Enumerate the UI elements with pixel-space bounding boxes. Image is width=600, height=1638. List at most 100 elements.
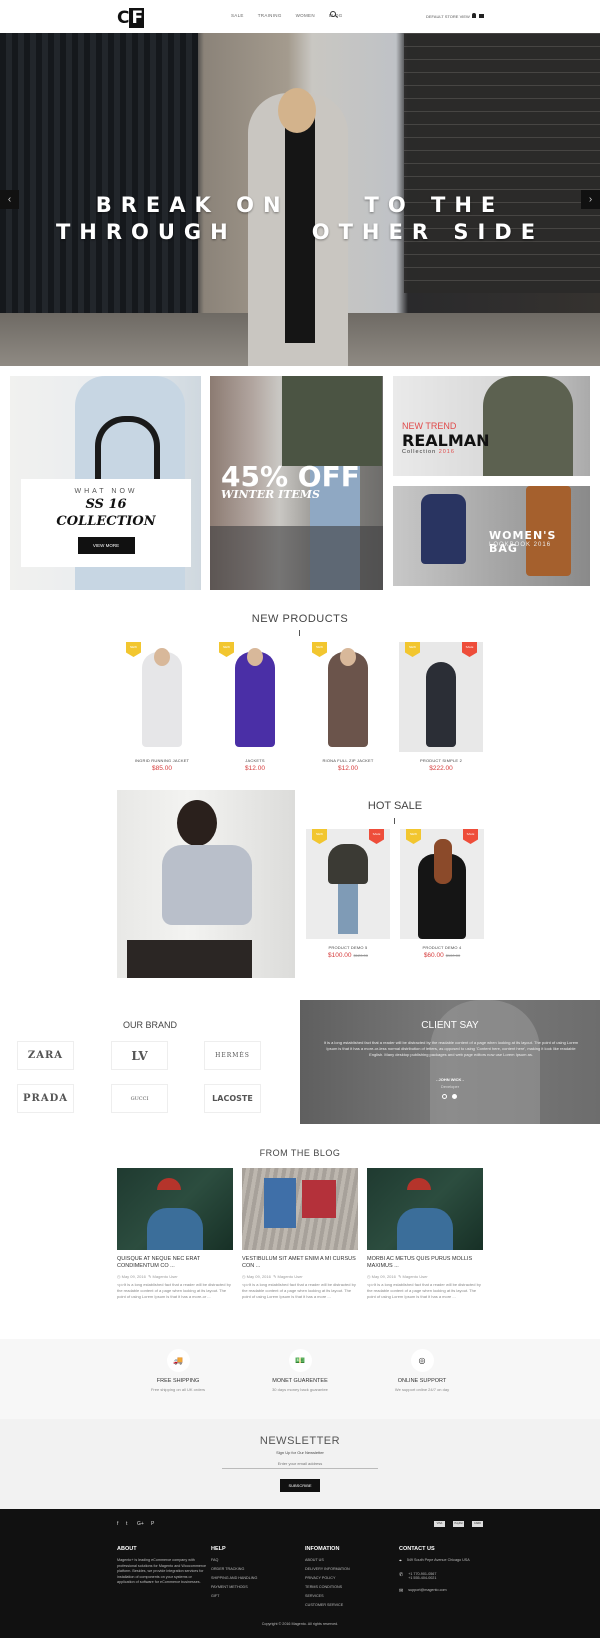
testimonial-dot-1[interactable]	[442, 1094, 447, 1099]
blog-post-title[interactable]: QUISQUE AT NEQUE NEC ERAT CONDIMENTUM CO…	[117, 1256, 233, 1270]
brand-hermes[interactable]: HERMÈS	[204, 1041, 261, 1070]
newsletter-email-input[interactable]	[222, 1459, 378, 1469]
new-badge: NEW	[312, 829, 327, 844]
footer-link-terms[interactable]: TERMS CONDITIONS	[305, 1585, 350, 1589]
product-card[interactable]: NEW SALE PRODUCT SIMPLE 2 $222.00	[399, 642, 483, 772]
hero-prev-arrow[interactable]: ‹	[0, 190, 19, 209]
product-image[interactable]: NEW SALE	[306, 829, 390, 939]
footer-phone: ✆ +1 770-901-0567 +1 555-404-0021	[399, 1572, 470, 1580]
footer-help-title: HELP	[211, 1546, 226, 1552]
product-name[interactable]: PRODUCT SIMPLE 2	[399, 758, 483, 763]
phone-2: +1 555-404-0021	[408, 1576, 437, 1580]
brand-zara[interactable]: ZARA	[17, 1041, 74, 1070]
email-link[interactable]: support@magento.com	[408, 1588, 446, 1592]
hero-headline-1: BREAK ON TO THE	[0, 193, 600, 217]
product-image[interactable]: NEW SALE	[400, 829, 484, 939]
new-badge: NEW	[219, 642, 234, 657]
blog-post-title[interactable]: MORBI AC METUS QUIS PURUS MOLLIS MAXIMUS…	[367, 1256, 483, 1270]
blog-post-excerpt: <p>It is a long established fact that a …	[242, 1282, 356, 1299]
footer-link-customer-service[interactable]: CUSTOMER SERVICE	[305, 1603, 350, 1607]
image-blue-shirt	[397, 1208, 453, 1250]
brand-gucci[interactable]: GUCCI	[111, 1084, 168, 1113]
brand-lacoste[interactable]: LACOSTE	[204, 1084, 261, 1113]
footer-link-services[interactable]: SERVICES	[305, 1594, 350, 1598]
product-image[interactable]: NEW	[306, 642, 390, 752]
price-old: $120.00	[353, 953, 368, 958]
product-image[interactable]: NEW SALE	[399, 642, 483, 752]
search-icon[interactable]	[330, 11, 336, 17]
banner-realman[interactable]: NEW TREND REALMAN Collection 2016	[393, 376, 590, 476]
footer-link-gift[interactable]: GIFT	[211, 1594, 257, 1598]
hot-sale-feature-image[interactable]	[117, 790, 295, 978]
brand-lv[interactable]: LV	[111, 1041, 168, 1070]
hero-line1-left: BREAK ON	[95, 193, 290, 217]
nav-women[interactable]: WOMEN	[296, 13, 315, 18]
blog-post-image[interactable]	[242, 1168, 358, 1250]
hero-line1-right: TO THE	[364, 193, 505, 217]
support-icon: ◎	[410, 1349, 434, 1372]
service-money-guarantee: 💵 MONET GUARENTEE 30 days money back gua…	[240, 1349, 360, 1392]
footer-link-faq[interactable]: FAQ	[211, 1558, 257, 1562]
newsletter-section: NEWSLETTER Sign Up for Our Newsletter SU…	[0, 1419, 600, 1509]
blog-post: QUISQUE AT NEQUE NEC ERAT CONDIMENTUM CO…	[117, 1168, 233, 1300]
product-figure-head	[247, 648, 263, 666]
nav-training[interactable]: TRAINING	[258, 13, 282, 18]
visa-icon: VISA	[434, 1521, 445, 1527]
banner-winter-offer[interactable]: 45% OFF WINTER ITEMS	[210, 376, 383, 590]
footer-link-privacy[interactable]: PRIVACY POLICY	[305, 1576, 350, 1580]
product-card[interactable]: NEW JACKETS $12.00	[213, 642, 297, 772]
service-online-support: ◎ ONLINE SUPPORT We support online 24/7 …	[362, 1349, 482, 1392]
store-view-switcher[interactable]: DEFAULT STORE VIEW	[426, 14, 470, 19]
facebook-icon[interactable]: f	[117, 1521, 118, 1527]
blog-post-meta: ◷ May 09, 2016 ✎ Magento User	[367, 1274, 428, 1279]
banner-womens-bag[interactable]: WOMEN'S BAG LOOKBOOK 2016	[393, 486, 590, 586]
blog-title: FROM THE BLOG	[259, 1148, 341, 1158]
blog-post-author: Magento User	[402, 1274, 428, 1279]
card-icon: CARD	[472, 1521, 483, 1527]
blog-post-image[interactable]	[117, 1168, 233, 1250]
phone-text: +1 770-901-0567 +1 555-404-0021	[408, 1572, 436, 1580]
brand-prada[interactable]: PRADA	[17, 1084, 74, 1113]
product-name[interactable]: RIONA FULL ZIP JACKET	[306, 758, 390, 763]
hot-sale-card[interactable]: NEW SALE PRODUCT DEMO 5 $100.00 $120.00	[306, 829, 390, 959]
blog-post-title[interactable]: VESTIBULUM SIT AMET ENIM A MI CURSUS CON…	[242, 1256, 358, 1270]
footer-link-shipping[interactable]: SHIPPING AND HANDLING	[211, 1576, 257, 1580]
product-card[interactable]: NEW RIONA FULL ZIP JACKET $12.00	[306, 642, 390, 772]
footer-link-payment[interactable]: PAYMENT METHODS	[211, 1585, 257, 1589]
subscribe-button[interactable]: SUBSCRIBE	[280, 1479, 320, 1492]
twitter-icon[interactable]: t	[126, 1521, 127, 1527]
product-name[interactable]: PRODUCT DEMO 5	[306, 945, 390, 950]
logo[interactable]: CF	[117, 8, 145, 28]
product-figure	[142, 652, 182, 747]
product-figure-head	[340, 648, 356, 666]
cart-icon[interactable]	[479, 14, 484, 18]
new-products-title: NEW PRODUCTS	[251, 613, 349, 625]
product-name[interactable]: PRODUCT DEMO 4	[400, 945, 484, 950]
footer-link-order-tracking[interactable]: ORDER TRACKING	[211, 1567, 257, 1571]
footer-link-about-us[interactable]: ABOUT US	[305, 1558, 350, 1562]
banner-ss16-collection[interactable]: WHAT NOW SS 16 COLLECTION VIEW MORE	[10, 376, 201, 590]
product-price: $100.00 $120.00	[306, 952, 390, 959]
product-card[interactable]: NEW INGRID RUNNING JACKET $85.00	[120, 642, 204, 772]
hero-next-arrow[interactable]: ›	[581, 190, 600, 209]
image-red-hat	[407, 1178, 431, 1190]
google-plus-icon[interactable]: G+	[137, 1521, 144, 1527]
hot-sale-card[interactable]: NEW SALE PRODUCT DEMO 4 $60.00 $100.00	[400, 829, 484, 959]
blog-post-image[interactable]	[367, 1168, 483, 1250]
pinterest-icon[interactable]: P	[151, 1521, 154, 1527]
hero-image-window	[404, 33, 600, 293]
collection-card: WHAT NOW SS 16 COLLECTION VIEW MORE	[21, 479, 191, 567]
product-name[interactable]: INGRID RUNNING JACKET	[120, 758, 204, 763]
product-name[interactable]: JACKETS	[213, 758, 297, 763]
nav-sale[interactable]: SALE	[231, 13, 244, 18]
user-icon[interactable]	[472, 13, 476, 18]
footer-link-delivery[interactable]: DELIVERY INFORMATION	[305, 1567, 350, 1571]
blog-post-meta: ◷ May 09, 2016 ✎ Magento User	[242, 1274, 303, 1279]
product-image[interactable]: NEW	[213, 642, 297, 752]
product-image[interactable]: NEW	[120, 642, 204, 752]
hero-image-head	[278, 88, 316, 133]
view-more-button[interactable]: VIEW MORE	[77, 537, 135, 554]
title-divider	[299, 630, 300, 636]
testimonial-dot-2-active[interactable]	[452, 1094, 457, 1099]
footer-contact: CONTACT US ⌖ 549 South Pepe Avenue Chicag…	[399, 1546, 470, 1602]
